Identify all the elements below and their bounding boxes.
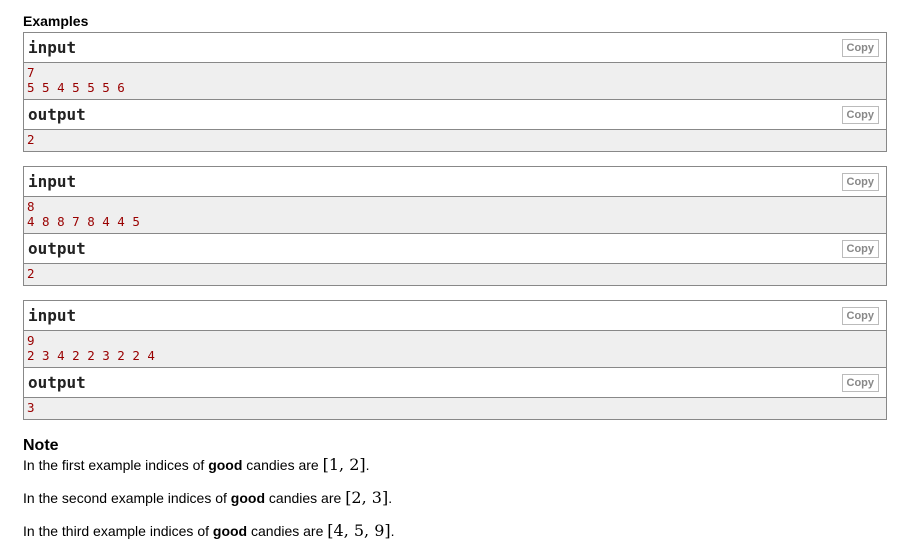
note-bold: good bbox=[208, 457, 243, 473]
copy-output-button[interactable]: Copy bbox=[841, 240, 879, 258]
note-title: Note bbox=[23, 437, 59, 454]
input-title: input bbox=[28, 306, 77, 325]
copy-input-button[interactable]: Copy bbox=[841, 173, 879, 191]
output-data: 2 bbox=[24, 263, 886, 285]
note-math: [1, 2] bbox=[322, 455, 366, 474]
note-text: candies are bbox=[247, 523, 328, 539]
copy-input-button[interactable]: Copy bbox=[841, 39, 879, 57]
input-line: 7 bbox=[27, 65, 35, 80]
input-data: 9 2 3 4 2 2 3 2 2 4 bbox=[24, 330, 886, 367]
input-header: input Copy bbox=[24, 33, 886, 62]
output-line: 2 bbox=[27, 132, 35, 147]
copy-input-button[interactable]: Copy bbox=[841, 307, 879, 325]
note-end: . bbox=[388, 490, 393, 506]
input-line: 9 bbox=[27, 333, 35, 348]
note-bold: good bbox=[230, 490, 266, 506]
note-line-1: In the first example indices of good can… bbox=[23, 456, 370, 474]
example-block-2: input Copy 8 4 8 8 7 8 4 4 5 output Copy… bbox=[23, 166, 887, 286]
output-title: output bbox=[28, 239, 86, 258]
input-line: 8 bbox=[27, 199, 35, 214]
note-math: [4, 5, 9] bbox=[327, 521, 391, 540]
input-line: 4 8 8 7 8 4 4 5 bbox=[27, 214, 140, 229]
output-header: output Copy bbox=[24, 99, 886, 129]
note-line-2: In the second example indices of good ca… bbox=[23, 489, 392, 507]
note-end: . bbox=[390, 523, 395, 539]
copy-output-button[interactable]: Copy bbox=[841, 106, 879, 124]
note-text: In the second example indices of bbox=[23, 490, 231, 506]
input-header: input Copy bbox=[24, 167, 886, 196]
output-title: output bbox=[28, 105, 86, 124]
output-data: 3 bbox=[24, 397, 886, 419]
input-header: input Copy bbox=[24, 301, 886, 330]
note-text: candies are bbox=[265, 490, 346, 506]
input-title: input bbox=[28, 172, 77, 191]
examples-section: Examples input Copy 7 5 5 4 5 5 5 6 outp… bbox=[23, 12, 887, 420]
input-line: 5 5 4 5 5 5 6 bbox=[27, 80, 125, 95]
example-block-1: input Copy 7 5 5 4 5 5 5 6 output Copy 2 bbox=[23, 32, 887, 152]
output-title: output bbox=[28, 373, 86, 392]
input-data: 7 5 5 4 5 5 5 6 bbox=[24, 62, 886, 99]
input-line: 2 3 4 2 2 3 2 2 4 bbox=[27, 348, 155, 363]
output-header: output Copy bbox=[24, 367, 886, 397]
output-line: 3 bbox=[27, 400, 35, 415]
note-text: In the third example indices of bbox=[23, 523, 213, 539]
example-block-3: input Copy 9 2 3 4 2 2 3 2 2 4 output Co… bbox=[23, 300, 887, 420]
note-math: [2, 3] bbox=[345, 488, 389, 507]
input-data: 8 4 8 8 7 8 4 4 5 bbox=[24, 196, 886, 233]
output-line: 2 bbox=[27, 266, 35, 281]
note-end: . bbox=[365, 457, 370, 473]
note-bold: good bbox=[212, 523, 248, 539]
output-header: output Copy bbox=[24, 233, 886, 263]
note-line-3: In the third example indices of good can… bbox=[23, 522, 395, 540]
note-text: In the first example indices of bbox=[23, 457, 209, 473]
examples-title: Examples bbox=[23, 13, 89, 29]
note-text: candies are bbox=[242, 457, 323, 473]
input-title: input bbox=[28, 38, 77, 57]
output-data: 2 bbox=[24, 129, 886, 151]
copy-output-button[interactable]: Copy bbox=[841, 374, 879, 392]
